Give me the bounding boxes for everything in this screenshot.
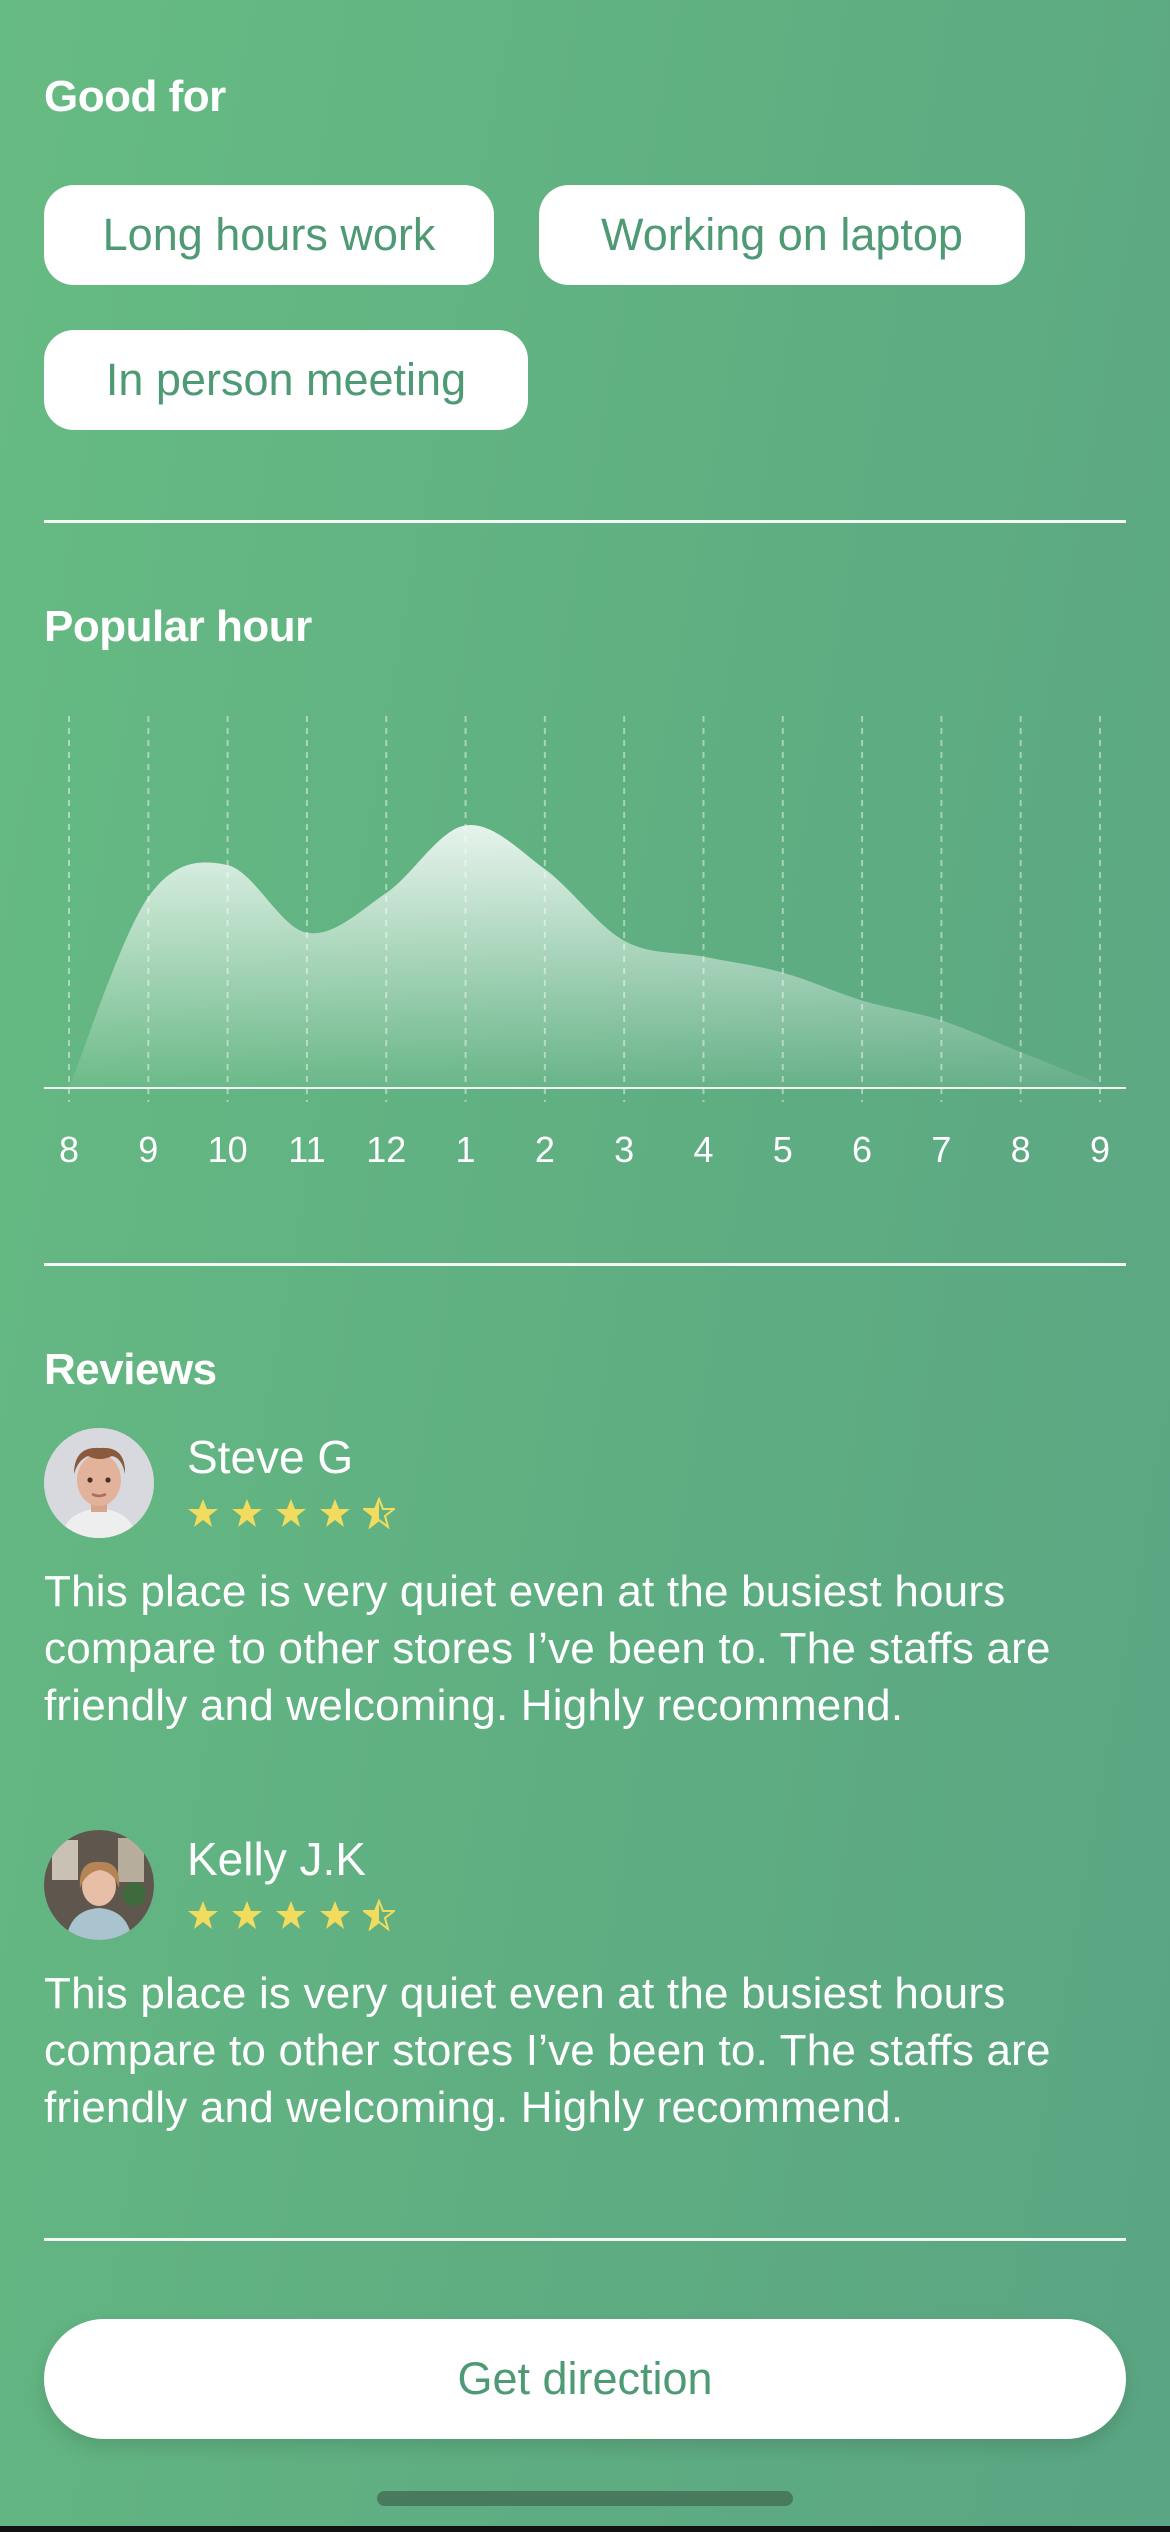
good-for-title: Good for <box>44 72 226 121</box>
x-tick-label: 3 <box>614 1129 634 1170</box>
avatar-photo-steve <box>44 1428 154 1538</box>
rating-stars <box>187 1899 395 1931</box>
divider <box>44 2238 1126 2241</box>
x-tick-label: 12 <box>366 1129 406 1170</box>
rating-stars <box>187 1497 395 1529</box>
popular-hour-title: Popular hour <box>44 602 312 651</box>
divider <box>44 1263 1126 1266</box>
get-direction-button[interactable]: Get direction <box>44 2319 1126 2439</box>
x-tick-label: 9 <box>1090 1129 1110 1170</box>
star-icon <box>320 1901 350 1929</box>
star-icon <box>232 1901 262 1929</box>
half-star-icon <box>363 1899 395 1931</box>
x-tick-label: 1 <box>456 1129 476 1170</box>
star-icon <box>276 1901 306 1929</box>
x-tick-label: 4 <box>693 1129 713 1170</box>
popular-hour-area <box>69 824 1100 1088</box>
x-tick-label: 5 <box>773 1129 793 1170</box>
review-text: This place is very quiet even at the bus… <box>44 1969 1051 2132</box>
x-tick-label: 7 <box>931 1129 951 1170</box>
x-tick-label: 6 <box>852 1129 872 1170</box>
star-icon <box>276 1499 306 1527</box>
x-tick-label: 9 <box>138 1129 158 1170</box>
x-tick-label: 8 <box>1011 1129 1031 1170</box>
avatar-photo-kelly <box>44 1830 154 1940</box>
x-tick-label: 11 <box>288 1129 325 1170</box>
x-tick-label: 8 <box>59 1129 79 1170</box>
home-indicator[interactable] <box>377 2491 793 2506</box>
x-axis-labels: 8 9 10 11 12 1 2 3 4 5 6 7 8 9 <box>59 1129 1110 1170</box>
reviews-title: Reviews <box>44 1345 217 1394</box>
review-text: This place is very quiet even at the bus… <box>44 1567 1051 1730</box>
divider <box>44 520 1126 523</box>
reviewer-name: Steve G <box>187 1431 354 1483</box>
star-icon <box>232 1499 262 1527</box>
tag-in-person-meeting[interactable]: In person meeting <box>44 330 528 430</box>
avatar[interactable] <box>44 1830 154 1940</box>
screen-edge <box>0 2526 1170 2532</box>
reviewer-name: Kelly J.K <box>187 1833 366 1885</box>
tag-working-on-laptop[interactable]: Working on laptop <box>539 185 1025 285</box>
half-star-icon <box>363 1497 395 1529</box>
tag-long-hours-work[interactable]: Long hours work <box>44 185 494 285</box>
popular-hour-chart: 8 9 10 11 12 1 2 3 4 5 6 7 8 9 <box>44 716 1126 1170</box>
avatar[interactable] <box>44 1428 154 1538</box>
star-icon <box>188 1901 218 1929</box>
star-icon <box>188 1499 218 1527</box>
x-tick-label: 2 <box>535 1129 555 1170</box>
x-tick-label: 10 <box>208 1129 248 1170</box>
star-icon <box>320 1499 350 1527</box>
